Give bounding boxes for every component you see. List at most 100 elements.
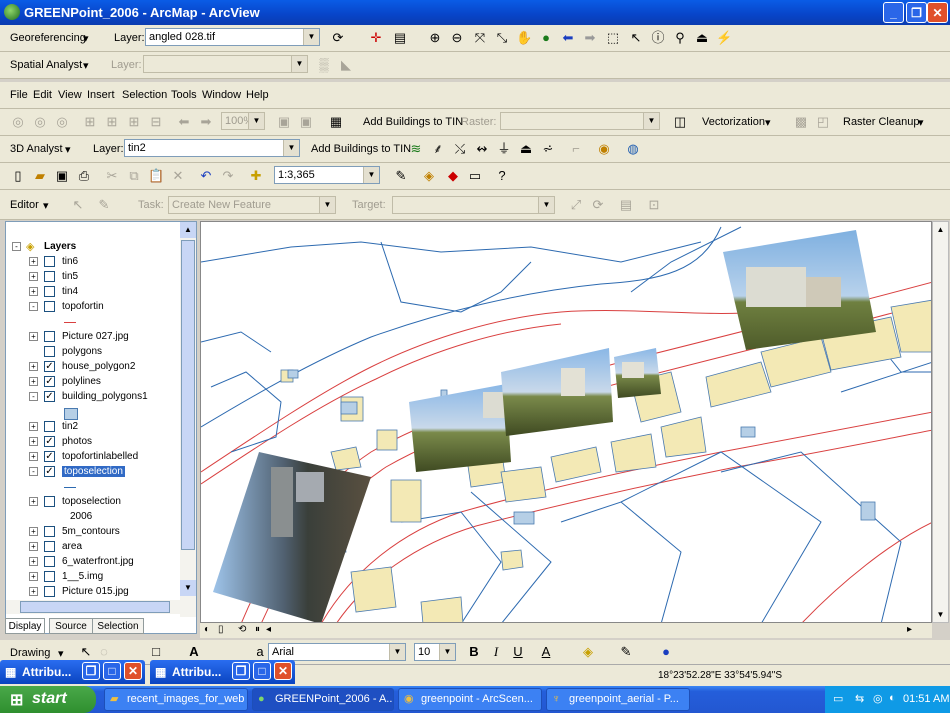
task-arcmap[interactable]: ● GREENPoint_2006 - A... xyxy=(252,688,394,711)
attribute-window-1[interactable]: ▦ Attribu... ❐ □ ✕ xyxy=(0,660,145,684)
full-extent-icon[interactable]: ● xyxy=(538,30,554,46)
layer-visibility-checkbox[interactable] xyxy=(44,571,55,582)
tool-icon[interactable]: ◎ xyxy=(32,114,48,130)
toc-layer-row[interactable]: +5m_contours xyxy=(6,525,176,540)
arctoolbox-icon[interactable]: ◆ xyxy=(445,168,461,184)
layer-visibility-checkbox[interactable]: ✓ xyxy=(44,361,55,372)
add-buildings-3d-button[interactable]: Add Buildings to TIN xyxy=(311,143,411,155)
layer-visibility-checkbox[interactable] xyxy=(44,256,55,267)
scroll-down-icon[interactable]: ▼ xyxy=(933,607,948,622)
layer-visibility-checkbox[interactable] xyxy=(44,586,55,597)
command-line-icon[interactable]: ▭ xyxy=(467,168,483,184)
chevron-down-icon[interactable]: ▾ xyxy=(65,143,71,156)
arccatalog-icon[interactable]: ◈ xyxy=(421,168,437,184)
layer-visibility-checkbox[interactable] xyxy=(44,556,55,567)
rectangle-icon[interactable]: □ xyxy=(148,644,164,660)
task-greenpoint-aerial[interactable]: ♆ greenpoint_aerial - P... xyxy=(546,688,690,711)
pan-icon[interactable]: ✋ xyxy=(516,30,532,46)
whats-this-icon[interactable]: ? xyxy=(494,168,510,184)
menu-view[interactable]: View xyxy=(58,89,82,101)
tool-icon[interactable]: ⊞ xyxy=(104,114,120,130)
measure-icon[interactable]: ⏏ xyxy=(694,30,710,46)
menu-tools[interactable]: Tools xyxy=(171,89,197,101)
clock[interactable]: 01:51 AM xyxy=(903,693,949,705)
fixed-zoom-out-icon[interactable]: ⤡ xyxy=(494,30,510,46)
expand-icon[interactable]: + xyxy=(29,572,38,581)
menu-selection[interactable]: Selection xyxy=(122,89,167,101)
georeferencing-menu[interactable]: Georeferencing xyxy=(10,32,86,44)
collapse-icon[interactable]: - xyxy=(29,392,38,401)
expand-icon[interactable]: + xyxy=(29,437,38,446)
start-button[interactable]: ⊞ start xyxy=(0,686,96,713)
drawing-menu[interactable]: Drawing xyxy=(10,647,50,659)
collapse-icon[interactable]: - xyxy=(12,242,21,251)
find-icon[interactable]: ⚲ xyxy=(672,30,688,46)
target-select[interactable]: ▼ xyxy=(392,196,555,214)
chevron-down-icon[interactable]: ▾ xyxy=(83,32,89,45)
layer-visibility-checkbox[interactable] xyxy=(44,421,55,432)
tab-source[interactable]: Source xyxy=(49,618,93,634)
line-color-icon[interactable]: ✎ xyxy=(618,644,634,660)
toc-layer-row[interactable]: + Picture 027.jpg xyxy=(6,330,176,345)
undo-icon[interactable]: ↶ xyxy=(198,168,214,184)
layer-visibility-checkbox[interactable] xyxy=(44,271,55,282)
layer-visibility-checkbox[interactable] xyxy=(44,301,55,312)
editor-toolbar-icon[interactable]: ✎ xyxy=(393,168,409,184)
expand-icon[interactable]: + xyxy=(29,422,38,431)
tool-icon[interactable]: ◎ xyxy=(10,114,26,130)
menu-help[interactable]: Help xyxy=(246,89,269,101)
add-control-point-icon[interactable]: ✛ xyxy=(368,30,384,46)
expand-icon[interactable]: + xyxy=(29,332,38,341)
maximize-button[interactable]: ❐ xyxy=(906,2,927,23)
hyperlink-icon[interactable]: ⚡ xyxy=(716,30,732,46)
layer-visibility-checkbox[interactable]: ✓ xyxy=(44,436,55,447)
open-icon[interactable]: ▰ xyxy=(32,168,48,184)
profile-icon[interactable]: ⩫ xyxy=(540,141,556,157)
attribute-window-2[interactable]: ▦ Attribu... ❐ □ ✕ xyxy=(150,660,295,684)
paste-icon[interactable]: 📋 xyxy=(148,168,164,184)
arcglobe-icon[interactable]: ◍ xyxy=(625,141,641,157)
font-color-icon[interactable]: A xyxy=(538,644,554,660)
histogram-icon[interactable]: ▒ xyxy=(316,57,332,73)
task-select[interactable]: Create New Feature ▼ xyxy=(168,196,336,214)
map-canvas[interactable] xyxy=(201,222,932,623)
vectorization-menu[interactable]: Vectorization xyxy=(702,116,765,128)
raster-cleanup-menu[interactable]: Raster Cleanup xyxy=(843,116,919,128)
toc-scrollbar[interactable]: ▲ ▼ xyxy=(180,222,196,617)
toc-layer-row[interactable]: + Picture 015.jpg xyxy=(6,585,176,600)
sketch-properties-icon[interactable]: ⊡ xyxy=(646,197,662,213)
cut-icon[interactable]: ✂ xyxy=(104,168,120,184)
toc-layer-row[interactable]: 2006 xyxy=(6,510,176,525)
layer-visibility-checkbox[interactable]: ✓ xyxy=(44,466,55,477)
forward-icon[interactable]: ➡ xyxy=(582,30,598,46)
contour-icon[interactable]: ≋ xyxy=(408,141,424,157)
contour-icon[interactable]: ◣ xyxy=(338,57,354,73)
toc-hscrollbar[interactable] xyxy=(6,600,180,614)
layer-visibility-checkbox[interactable] xyxy=(44,331,55,342)
tool-icon[interactable]: ◎ xyxy=(54,114,70,130)
chevron-down-icon[interactable]: ▾ xyxy=(83,59,89,72)
expand-icon[interactable]: + xyxy=(29,587,38,596)
italic-button[interactable]: I xyxy=(488,644,504,660)
interpolate-point-icon[interactable]: ↭ xyxy=(474,141,490,157)
add-data-icon[interactable]: ✚ xyxy=(248,168,264,184)
tool-icon[interactable]: ⊟ xyxy=(148,114,164,130)
map-vscrollbar[interactable]: ▲ ▼ xyxy=(932,221,949,623)
toc-layer-row[interactable]: + tin4 xyxy=(6,285,176,300)
fixed-zoom-in-icon[interactable]: ⤧ xyxy=(472,30,488,46)
toc-layer-row[interactable]: + tin5 xyxy=(6,270,176,285)
tab-selection[interactable]: Selection xyxy=(92,618,144,634)
toc-layer-row[interactable]: + tin6 xyxy=(6,255,176,270)
toc-layer-row[interactable]: + ✓ photos xyxy=(6,435,176,450)
georef-layer-select[interactable]: angled 028.tif ▼ xyxy=(145,28,320,46)
raster-select[interactable]: ▼ xyxy=(500,112,660,130)
data-view-icon[interactable]: ◐ xyxy=(204,624,210,635)
scroll-up-icon[interactable]: ▲ xyxy=(933,222,948,237)
interpolate-line-icon[interactable]: ⏚ xyxy=(496,141,512,157)
hscroll-thumb[interactable] xyxy=(20,601,170,613)
layer-visibility-checkbox[interactable] xyxy=(44,496,55,507)
toc-layer-row[interactable]: - topofortin xyxy=(6,300,176,315)
expand-icon[interactable]: + xyxy=(29,542,38,551)
zoom-in-icon[interactable]: ⊕ xyxy=(427,30,443,46)
spatial-analyst-menu[interactable]: Spatial Analyst xyxy=(10,59,82,71)
